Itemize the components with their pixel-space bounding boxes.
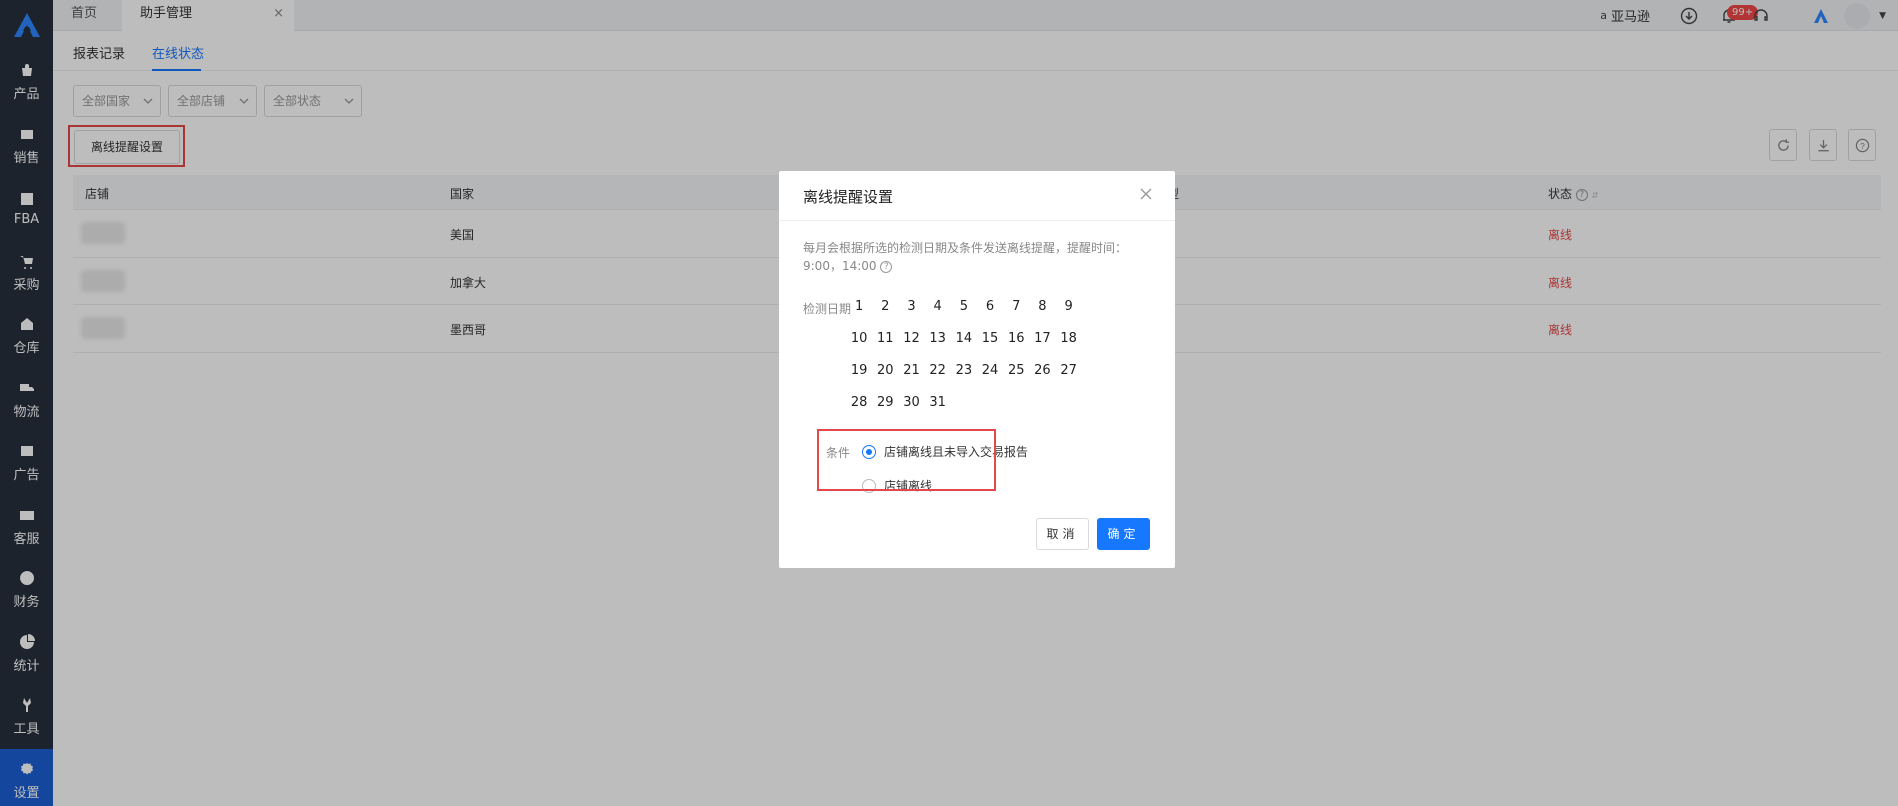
date-option[interactable]: 1	[846, 298, 872, 316]
date-option[interactable]: 22	[925, 362, 951, 380]
date-option[interactable]: 13	[925, 330, 951, 348]
date-option[interactable]: 16	[1003, 330, 1029, 348]
question-icon: ?	[880, 260, 893, 273]
date-option[interactable]: 23	[951, 362, 977, 380]
date-option[interactable]: 9	[1056, 298, 1082, 316]
date-option[interactable]: 21	[898, 362, 924, 380]
date-option[interactable]: 28	[846, 394, 872, 412]
date-option[interactable]: 19	[846, 362, 872, 380]
date-option[interactable]: 6	[977, 298, 1003, 316]
date-option[interactable]: 4	[925, 298, 951, 316]
date-option[interactable]: 15	[977, 330, 1003, 348]
date-option[interactable]: 12	[898, 330, 924, 348]
date-option[interactable]: 25	[1003, 362, 1029, 380]
cancel-button[interactable]: 取消	[1036, 518, 1089, 550]
date-option[interactable]: 27	[1056, 362, 1082, 380]
modal-description: 每月会根据所选的检测日期及条件发送离线提醒，提醒时间：9:00，14:00 ?	[803, 239, 1153, 275]
date-option[interactable]: 8	[1029, 298, 1055, 316]
date-option[interactable]: 31	[925, 394, 951, 412]
date-grid: 1 2 3 4 5 6 7 8 9 10 11 12 13 14 15 16 17 18 19 20 21 22 23 24 2…	[846, 298, 1134, 412]
confirm-button[interactable]: 确定	[1097, 518, 1150, 550]
date-option[interactable]: 10	[846, 330, 872, 348]
date-option[interactable]: 24	[977, 362, 1003, 380]
check-date-label: 检测日期	[803, 302, 852, 316]
modal-header: 离线提醒设置	[779, 171, 1175, 221]
date-option[interactable]: 5	[951, 298, 977, 316]
modal-description-text: 每月会根据所选的检测日期及条件发送离线提醒，提醒时间：9:00，14:00	[803, 241, 1128, 273]
modal-title: 离线提醒设置	[803, 188, 894, 206]
date-option[interactable]: 29	[872, 394, 898, 412]
close-icon[interactable]	[1139, 187, 1153, 201]
date-option[interactable]: 18	[1056, 330, 1082, 348]
date-option[interactable]: 2	[872, 298, 898, 316]
date-option[interactable]: 26	[1029, 362, 1055, 380]
offline-reminder-modal: 离线提醒设置 每月会根据所选的检测日期及条件发送离线提醒，提醒时间：9:00，1…	[779, 171, 1175, 568]
date-option[interactable]: 3	[898, 298, 924, 316]
highlight-box	[817, 429, 996, 491]
date-option[interactable]: 14	[951, 330, 977, 348]
date-option[interactable]: 20	[872, 362, 898, 380]
date-option[interactable]: 11	[872, 330, 898, 348]
date-option[interactable]: 30	[898, 394, 924, 412]
date-option[interactable]: 17	[1029, 330, 1055, 348]
date-option[interactable]: 7	[1003, 298, 1029, 316]
